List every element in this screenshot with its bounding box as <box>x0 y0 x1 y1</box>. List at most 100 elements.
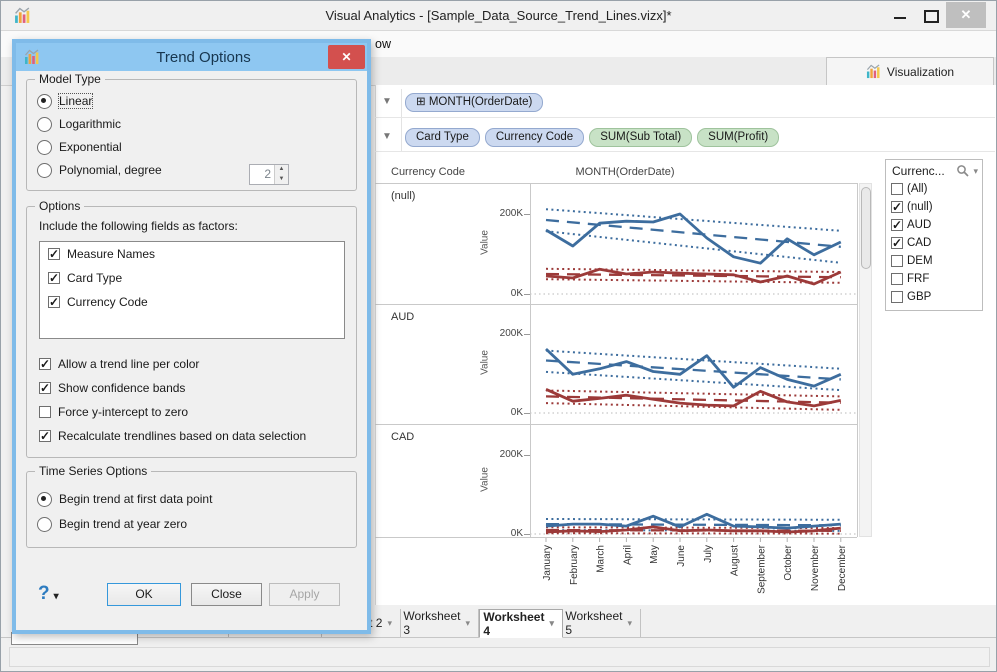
factor-item-currency-code[interactable]: Currency Code <box>40 290 344 314</box>
radio-option-logarithmic[interactable]: Logarithmic <box>37 115 121 133</box>
confidence-band-lower-blue[interactable] <box>545 230 841 264</box>
check-force-y-intercept-to-zero[interactable]: Force y-intercept to zero <box>39 403 188 421</box>
sheet-tab-menu-icon[interactable] <box>549 618 554 629</box>
checkbox[interactable] <box>891 183 903 195</box>
x-tick-label: May <box>649 545 660 564</box>
filter-item-gbp[interactable]: GBP <box>886 288 982 306</box>
columns-shelf-dropdown-icon[interactable]: ▼ <box>379 95 395 109</box>
check-show-confidence-bands[interactable]: Show confidence bands <box>39 379 185 397</box>
filter-menu-icon[interactable] <box>973 166 978 177</box>
expand-icon[interactable]: ⊞ <box>416 96 426 108</box>
x-axis: January February March April May June July Augu… <box>530 538 857 602</box>
pill-sum-profit[interactable]: SUM(Profit) <box>697 128 780 147</box>
maximize-icon[interactable] <box>924 10 939 23</box>
filter-item-aud[interactable]: AUD <box>886 216 982 234</box>
divider <box>375 151 995 152</box>
confidence-band-upper-red[interactable] <box>545 389 841 398</box>
sheet-tab-worksheet-5[interactable]: Worksheet 5 <box>563 609 641 637</box>
rows-shelf-dropdown-icon[interactable]: ▼ <box>379 130 395 144</box>
radio-option-exponential[interactable]: Exponential <box>37 138 122 156</box>
radio-option-begin-trend-at-year-zero[interactable]: Begin trend at year zero <box>37 515 187 533</box>
radio-button[interactable] <box>37 116 52 132</box>
pill-month-orderdate[interactable]: ⊞ MONTH(OrderDate) <box>405 93 544 112</box>
close-button[interactable]: Close <box>191 583 262 606</box>
checkbox[interactable] <box>39 429 51 443</box>
minimize-icon[interactable] <box>894 17 906 19</box>
checkbox-label: Currency Code <box>67 295 148 309</box>
filter-item-label: GBP <box>907 291 932 303</box>
x-tick-label: June <box>676 545 687 567</box>
checkbox[interactable] <box>39 381 51 395</box>
ok-button[interactable]: OK <box>107 583 181 606</box>
dialog-title-bar[interactable]: Trend Options <box>16 43 367 71</box>
radio-label: Begin trend at first data point <box>59 492 213 506</box>
radio-button[interactable] <box>37 139 52 155</box>
help-button[interactable]: ? <box>38 583 59 605</box>
dialog-close-icon[interactable] <box>328 45 365 69</box>
tab-visualization[interactable]: Visualization <box>826 57 994 85</box>
filter-item-cad[interactable]: CAD <box>886 234 982 252</box>
sheet-tab-menu-icon[interactable] <box>465 618 470 629</box>
help-dropdown-icon[interactable] <box>54 587 59 602</box>
checkbox[interactable] <box>48 295 60 309</box>
menu-item-window-fragment[interactable]: ow <box>375 37 391 51</box>
checkbox[interactable] <box>48 271 60 285</box>
checkbox[interactable] <box>891 200 903 214</box>
pill-card-type[interactable]: Card Type <box>405 128 480 147</box>
help-question-icon[interactable]: ? <box>38 583 50 605</box>
series-sum-sub-total[interactable] <box>545 512 841 530</box>
apply-button[interactable]: Apply <box>269 583 340 606</box>
check-recalculate-trendlines-based-on-data-selection[interactable]: Recalculate trendlines based on data sel… <box>39 427 306 445</box>
x-tick-label: April <box>622 545 633 565</box>
x-tick-label: July <box>703 545 714 563</box>
filter-item-null[interactable]: (null) <box>886 198 982 216</box>
chart-border <box>375 304 857 305</box>
close-icon[interactable] <box>946 2 986 28</box>
radio-option-begin-trend-at-first-data-point[interactable]: Begin trend at first data point <box>37 490 212 508</box>
filter-item-all[interactable]: (All) <box>886 180 982 198</box>
checkbox[interactable] <box>891 291 903 303</box>
checkbox-label: Show confidence bands <box>58 381 186 395</box>
degree-value[interactable]: 2 <box>250 165 274 184</box>
spinner-down-icon[interactable] <box>275 175 288 185</box>
checkbox[interactable] <box>891 255 903 267</box>
factor-item-measure-names[interactable]: Measure Names <box>40 242 344 266</box>
search-icon[interactable] <box>956 164 970 178</box>
degree-spinner[interactable]: 2 <box>249 164 289 185</box>
checkbox[interactable] <box>39 357 51 371</box>
checkbox-label: Force y-intercept to zero <box>58 405 189 419</box>
series-sum-sub-total[interactable] <box>545 212 842 265</box>
radio-option-linear[interactable]: Linear <box>37 92 94 110</box>
checkbox[interactable] <box>891 236 903 250</box>
filter-item-dem[interactable]: DEM <box>886 252 982 270</box>
vertical-scrollbar-thumb[interactable] <box>861 187 871 269</box>
sheet-tab-menu-icon[interactable] <box>627 618 632 629</box>
spinner-up-icon[interactable] <box>275 165 288 175</box>
factors-listbox[interactable]: Measure Names Card Type Currency Code <box>39 241 345 339</box>
pill-currency-code[interactable]: Currency Code <box>484 128 585 147</box>
sheet-tab-menu-icon[interactable] <box>387 618 392 629</box>
radio-option-polynomial-degree[interactable]: Polynomial, degree <box>37 161 162 179</box>
checkbox[interactable] <box>48 247 60 261</box>
checkbox[interactable] <box>891 218 903 232</box>
checkbox[interactable] <box>39 406 51 418</box>
factor-item-card-type[interactable]: Card Type <box>40 266 344 290</box>
app-window: Visual Analytics - [Sample_Data_Source_T… <box>0 0 997 672</box>
radio-button[interactable] <box>37 162 52 178</box>
sheet-tab-worksheet-4[interactable]: Worksheet 4 <box>479 609 563 638</box>
filter-item-label: CAD <box>907 237 932 249</box>
sheet-tab-worksheet-3[interactable]: Worksheet 3 <box>401 609 479 637</box>
sheet-tab-label: Worksheet 5 <box>565 609 623 637</box>
row-label: AUD <box>391 311 415 323</box>
x-tick-label: August <box>730 545 741 576</box>
radio-button[interactable] <box>37 516 52 532</box>
radio-button[interactable] <box>37 93 52 109</box>
radio-label: Exponential <box>59 140 122 154</box>
pill-sum-sub-total[interactable]: SUM(Sub Total) <box>589 128 693 147</box>
checkbox[interactable] <box>891 273 903 285</box>
x-tick-label: December <box>837 544 848 591</box>
check-allow-a-trend-line-per-color[interactable]: Allow a trend line per color <box>39 355 199 373</box>
filter-item-frf[interactable]: FRF <box>886 270 982 288</box>
radio-button[interactable] <box>37 491 52 507</box>
chart-border <box>375 537 857 538</box>
